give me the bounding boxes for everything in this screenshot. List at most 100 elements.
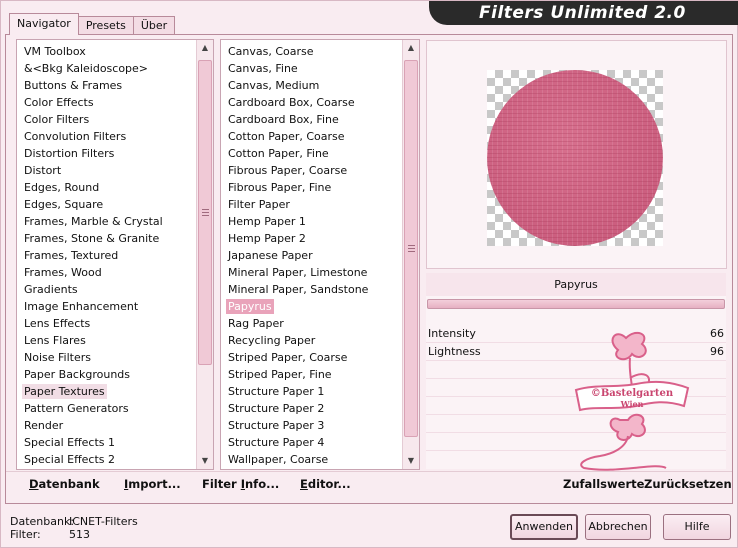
list-item[interactable]: Lens Flares <box>17 332 195 349</box>
list-item[interactable]: Special Effects 1 <box>17 434 195 451</box>
help-button[interactable]: Hilfe <box>663 514 731 540</box>
param-empty-row <box>426 416 726 433</box>
list-item[interactable]: Frames, Wood <box>17 264 195 281</box>
list-item[interactable]: Structure Paper 1 <box>221 383 401 400</box>
param-lightness[interactable]: Lightness 96 <box>426 343 726 361</box>
list-item[interactable]: Structure Paper 4 <box>221 434 401 451</box>
scroll-down-icon[interactable]: ▼ <box>403 453 419 469</box>
list-item-label: Tile & Mirror <box>22 469 93 470</box>
list-item[interactable]: Image Enhancement <box>17 298 195 315</box>
list-item[interactable]: Buttons & Frames <box>17 77 195 94</box>
list-item[interactable]: Gradients <box>17 281 195 298</box>
list-item[interactable]: Papyrus <box>221 298 401 315</box>
list-item-label: Buttons & Frames <box>24 79 123 92</box>
list-item-label: Structure Paper 2 <box>228 402 325 415</box>
list-item[interactable]: Canvas, Coarse <box>221 43 401 60</box>
apply-button[interactable]: Anwenden <box>510 514 578 540</box>
list-item[interactable]: Japanese Paper <box>221 247 401 264</box>
list-item[interactable]: Cardboard Box, Fine <box>221 111 401 128</box>
param-intensity[interactable]: Intensity 66 <box>426 325 726 343</box>
param-empty-row <box>426 380 726 397</box>
list-item[interactable]: Pattern Generators <box>17 400 195 417</box>
list-item-label: Canvas, Fine <box>228 62 298 75</box>
list-item-label: Striped Paper, Coarse <box>228 351 348 364</box>
list-item-label: Pattern Generators <box>24 402 129 415</box>
list-item[interactable]: Hemp Paper 1 <box>221 213 401 230</box>
list-item-label: Cardboard Box, Coarse <box>228 96 355 109</box>
list-item[interactable]: Structure Paper 2 <box>221 400 401 417</box>
list-item[interactable]: Color Effects <box>17 94 195 111</box>
list-item[interactable]: Canvas, Medium <box>221 77 401 94</box>
preview-image <box>487 70 663 246</box>
category-list[interactable]: VM Toolbox &<Bkg Kaleidoscope> Buttons & F… <box>16 39 214 470</box>
list-item-label: Image Enhancement <box>24 300 139 313</box>
list-item[interactable]: Cotton Paper, Coarse <box>221 128 401 145</box>
list-item-label: Wallpaper, Coarse <box>228 453 329 466</box>
list-item[interactable]: Mineral Paper, Limestone <box>221 264 401 281</box>
list-item[interactable]: Color Filters <box>17 111 195 128</box>
list-item[interactable]: Paper Textures <box>17 383 195 400</box>
list-item-label: Color Filters <box>24 113 90 126</box>
scroll-down-icon[interactable]: ▼ <box>197 453 213 469</box>
list-item[interactable]: Distortion Filters <box>17 145 195 162</box>
list-item[interactable]: Frames, Textured <box>17 247 195 264</box>
list-item[interactable]: Lens Effects <box>17 315 195 332</box>
tab-ueber[interactable]: Über <box>132 16 176 35</box>
list-item[interactable]: Paper Backgrounds <box>17 366 195 383</box>
param-value: 66 <box>710 327 724 340</box>
import-button[interactable]: Import... <box>124 477 181 491</box>
list-item[interactable]: Render <box>17 417 195 434</box>
scroll-up-icon[interactable]: ▲ <box>403 40 419 56</box>
list-item[interactable]: Frames, Marble & Crystal <box>17 213 195 230</box>
list-item-label: Structure Paper 1 <box>228 385 325 398</box>
datenbank-button[interactable]: Datenbank <box>29 477 100 491</box>
cancel-button[interactable]: Abbrechen <box>585 514 651 540</box>
list-item[interactable]: &<Bkg Kaleidoscope> <box>17 60 195 77</box>
list-item[interactable]: Fibrous Paper, Fine <box>221 179 401 196</box>
scroll-up-icon[interactable]: ▲ <box>197 40 213 56</box>
filter-list[interactable]: Canvas, Coarse Canvas, Fine Canvas, Medium… <box>220 39 420 470</box>
randomize-button[interactable]: Zufallswerte <box>563 477 644 491</box>
list-item[interactable]: Striped Paper, Fine <box>221 366 401 383</box>
editor-button[interactable]: Editor... <box>300 477 351 491</box>
list-item[interactable]: Distort <box>17 162 195 179</box>
scroll-thumb[interactable] <box>404 60 418 437</box>
list-item[interactable]: Structure Paper 3 <box>221 417 401 434</box>
list-item[interactable]: Cotton Paper, Fine <box>221 145 401 162</box>
list-item-label: Cotton Paper, Fine <box>228 147 329 160</box>
status-db-label: Datenbank: <box>10 515 75 528</box>
list-item[interactable]: Hemp Paper 2 <box>221 230 401 247</box>
list-item[interactable]: Edges, Round <box>17 179 195 196</box>
list-item[interactable]: Filter Paper <box>221 196 401 213</box>
list-item[interactable]: Edges, Square <box>17 196 195 213</box>
category-scrollbar[interactable]: ▲ ▼ <box>196 40 213 469</box>
scroll-thumb[interactable] <box>198 60 212 365</box>
tab-navigator[interactable]: Navigator <box>9 13 79 35</box>
list-item[interactable]: Frames, Stone & Granite <box>17 230 195 247</box>
filter-scrollbar[interactable]: ▲ ▼ <box>402 40 419 469</box>
list-item[interactable]: Canvas, Fine <box>221 60 401 77</box>
list-item-label: Rag Paper <box>228 317 284 330</box>
tab-strip: Navigator Presets Über <box>9 13 176 35</box>
list-item[interactable]: Wallpaper, Fine <box>221 468 401 469</box>
list-item[interactable]: Cardboard Box, Coarse <box>221 94 401 111</box>
list-item[interactable]: Wallpaper, Coarse <box>221 451 401 468</box>
list-item-label: Paper Backgrounds <box>24 368 131 381</box>
list-item[interactable]: Fibrous Paper, Coarse <box>221 162 401 179</box>
list-item[interactable]: Recycling Paper <box>221 332 401 349</box>
list-item[interactable]: Tile & Mirror <box>17 468 195 470</box>
list-item[interactable]: Rag Paper <box>221 315 401 332</box>
list-item-label: Distortion Filters <box>24 147 115 160</box>
filter-parameters-panel: Papyrus Intensity 66 Lightness 96 ©Baste… <box>426 273 726 471</box>
list-item[interactable]: Striped Paper, Coarse <box>221 349 401 366</box>
list-item[interactable]: Noise Filters <box>17 349 195 366</box>
list-item[interactable]: VM Toolbox <box>17 43 195 60</box>
tab-presets[interactable]: Presets <box>77 16 134 35</box>
list-item-label: Structure Paper 4 <box>228 436 325 449</box>
reset-button[interactable]: Zurücksetzen <box>644 477 732 491</box>
list-item[interactable]: Mineral Paper, Sandstone <box>221 281 401 298</box>
list-item[interactable]: Special Effects 2 <box>17 451 195 468</box>
filter-info-button[interactable]: Filter Info... <box>202 477 279 491</box>
list-item-label: Structure Paper 3 <box>228 419 325 432</box>
list-item[interactable]: Convolution Filters <box>17 128 195 145</box>
